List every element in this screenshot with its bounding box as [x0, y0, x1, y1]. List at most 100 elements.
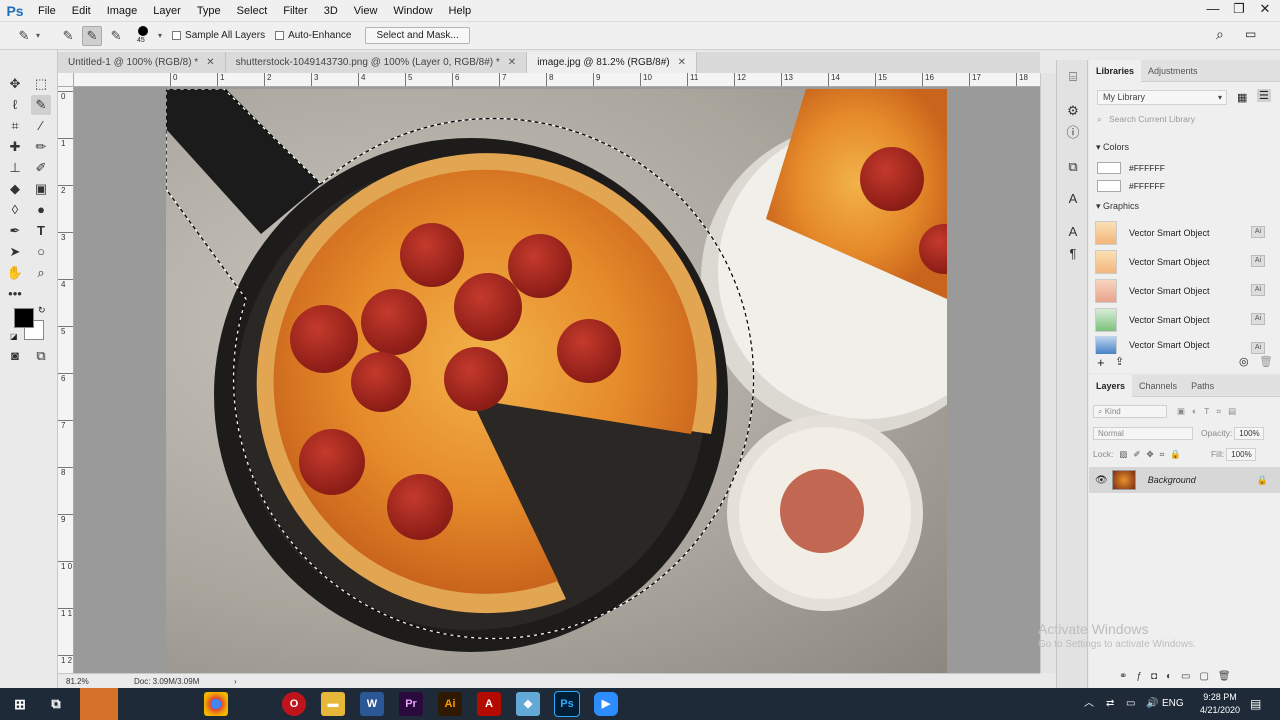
tab-shutterstock[interactable]: shutterstock-1049143730.png @ 100% (Laye…: [226, 52, 528, 73]
opacity-input[interactable]: 100%: [1234, 426, 1265, 440]
zoom-level[interactable]: 81.2%: [66, 677, 126, 686]
tab-libraries[interactable]: Libraries: [1089, 59, 1142, 82]
crop-tool-icon[interactable]: ⌗: [5, 116, 25, 136]
swap-colors-icon[interactable]: ↻: [38, 305, 46, 316]
brush-tool-icon[interactable]: ✏: [31, 137, 51, 157]
store-icon[interactable]: ◆: [516, 692, 540, 716]
blur-tool-icon[interactable]: ◊: [5, 200, 25, 220]
pen-tool-icon[interactable]: ✒: [5, 221, 25, 241]
tab-paths[interactable]: Paths: [1184, 375, 1221, 397]
tray-overflow-icon[interactable]: ︿: [1084, 688, 1094, 720]
preset-dropdown-icon[interactable]: ▾: [36, 31, 40, 40]
history-brush-icon[interactable]: ✐: [31, 158, 51, 178]
horizontal-ruler[interactable]: 0 1 2 3 4 5 6 7 8 9 10 11 12 13 14 15 16 17 18: [74, 73, 1040, 87]
eraser-tool-icon[interactable]: ◆: [5, 179, 25, 199]
menu-view[interactable]: View: [346, 0, 386, 22]
menu-select[interactable]: Select: [229, 0, 276, 22]
close-tab-icon[interactable]: ✕: [678, 57, 686, 68]
color-item[interactable]: #FFFFFF: [1097, 162, 1165, 174]
lock-icons[interactable]: ▨✐✥⌗🔒: [1119, 449, 1187, 460]
screen-mode-icon[interactable]: ⧉: [31, 346, 51, 366]
trash-icon[interactable]: 🗑: [1259, 355, 1273, 368]
illustrator-icon[interactable]: Ai: [438, 692, 462, 716]
network-icon[interactable]: ⇄: [1106, 688, 1114, 720]
clone-source-icon[interactable]: ⧉: [1063, 158, 1083, 176]
type-tool-icon[interactable]: T: [31, 221, 51, 241]
language-indicator[interactable]: ENG: [1162, 688, 1184, 720]
canvas-vertical-scrollbar[interactable]: [1040, 73, 1056, 673]
history-icon[interactable]: ⌸: [1063, 68, 1083, 86]
graphic-item[interactable]: Vector Smart Object Ai: [1095, 336, 1271, 354]
graphic-item[interactable]: Vector Smart Object Ai: [1095, 278, 1271, 304]
tab-image-jpg[interactable]: image.jpg @ 81.2% (RGB/8#) ✕: [527, 52, 698, 73]
menu-3d[interactable]: 3D: [316, 0, 346, 22]
status-menu-icon[interactable]: ›: [234, 677, 237, 686]
windows-start-icon[interactable]: ⊞: [8, 692, 32, 716]
menu-edit[interactable]: Edit: [64, 0, 99, 22]
opera-icon[interactable]: O: [282, 692, 306, 716]
add-icon[interactable]: +: [1097, 355, 1105, 370]
menu-window[interactable]: Window: [385, 0, 440, 22]
character-icon[interactable]: A: [1063, 223, 1083, 241]
brush-size-picker[interactable]: 45: [132, 24, 158, 48]
blend-mode-select[interactable]: Normal: [1093, 426, 1193, 440]
library-select[interactable]: My Library ▾: [1097, 90, 1227, 105]
tool-preset-icon[interactable]: ✎: [14, 26, 34, 46]
add-to-selection-icon[interactable]: ✎: [82, 25, 103, 46]
menu-filter[interactable]: Filter: [275, 0, 315, 22]
battery-icon[interactable]: ▭: [1126, 688, 1135, 720]
fill-input[interactable]: 100%: [1226, 447, 1257, 461]
menu-image[interactable]: Image: [99, 0, 146, 22]
acrobat-icon[interactable]: A: [477, 692, 501, 716]
taskbar-search-box[interactable]: [80, 688, 118, 720]
layer-actions[interactable]: ⚭ƒ◘◐▭▢🗑: [1119, 671, 1240, 682]
tab-adjustments[interactable]: Adjustments: [1141, 60, 1205, 82]
lasso-tool-icon[interactable]: ℓ: [5, 95, 25, 115]
canvas-area[interactable]: [74, 87, 1040, 673]
healing-brush-icon[interactable]: ✚: [5, 137, 25, 157]
visibility-eye-icon[interactable]: 👁: [1095, 475, 1108, 486]
tab-channels[interactable]: Channels: [1132, 375, 1184, 397]
hand-tool-icon[interactable]: ✋: [5, 263, 25, 283]
chrome-icon[interactable]: [204, 692, 228, 716]
more-tools-icon[interactable]: •••: [5, 284, 25, 304]
task-view-icon[interactable]: ⧉: [44, 692, 68, 716]
eyedropper-tool-icon[interactable]: ⁄: [31, 116, 51, 136]
move-tool-icon[interactable]: ✥: [5, 74, 25, 94]
colors-section[interactable]: ▾ Colors: [1096, 142, 1129, 153]
close-tab-icon[interactable]: ✕: [508, 57, 516, 68]
menu-type[interactable]: Type: [189, 0, 229, 22]
volume-icon[interactable]: 🔊: [1146, 688, 1158, 720]
info-icon[interactable]: ⓘ: [1063, 124, 1083, 142]
layer-name[interactable]: Background: [1148, 475, 1196, 485]
graphic-item[interactable]: Vector Smart Object Ai: [1095, 307, 1271, 333]
restore-button[interactable]: ❐: [1226, 0, 1252, 20]
subtract-selection-icon[interactable]: ✎: [106, 26, 126, 46]
ruler-origin[interactable]: [58, 73, 74, 87]
select-and-mask-button[interactable]: Select and Mask...: [365, 27, 470, 44]
menu-file[interactable]: File: [30, 0, 64, 22]
default-colors-icon[interactable]: ◪: [10, 332, 18, 341]
graphic-item[interactable]: Vector Smart Object Ai: [1095, 220, 1271, 246]
menu-layer[interactable]: Layer: [145, 0, 189, 22]
sample-all-layers-checkbox[interactable]: Sample All Layers: [172, 30, 265, 41]
glyphs-icon[interactable]: A: [1063, 190, 1083, 208]
vertical-ruler[interactable]: 0 1 2 3 4 5 6 7 8 9 1 0 1 1 1 2: [58, 87, 74, 673]
notifications-icon[interactable]: ▤: [1250, 688, 1261, 720]
zoom-app-icon[interactable]: ▶: [594, 692, 618, 716]
properties-icon[interactable]: ⚙: [1063, 102, 1083, 120]
layer-background[interactable]: 👁 Background 🔒: [1089, 467, 1280, 493]
photoshop-taskbar-icon[interactable]: Ps: [554, 691, 580, 717]
upload-icon[interactable]: ⇪: [1115, 355, 1124, 368]
cc-icon[interactable]: ◎: [1239, 355, 1249, 368]
clone-stamp-icon[interactable]: ⊥: [5, 158, 25, 178]
quick-selection-tool-icon[interactable]: ✎: [31, 95, 51, 115]
filter-icons[interactable]: ▣◐T⌗▤: [1177, 406, 1243, 417]
tab-layers[interactable]: Layers: [1089, 374, 1133, 397]
ellipse-tool-icon[interactable]: ○: [31, 242, 51, 262]
gradient-tool-icon[interactable]: ▣: [31, 179, 51, 199]
menu-help[interactable]: Help: [441, 0, 480, 22]
minimize-button[interactable]: —: [1200, 0, 1226, 20]
word-icon[interactable]: W: [360, 692, 384, 716]
search-icon[interactable]: ⌕: [1216, 26, 1224, 43]
